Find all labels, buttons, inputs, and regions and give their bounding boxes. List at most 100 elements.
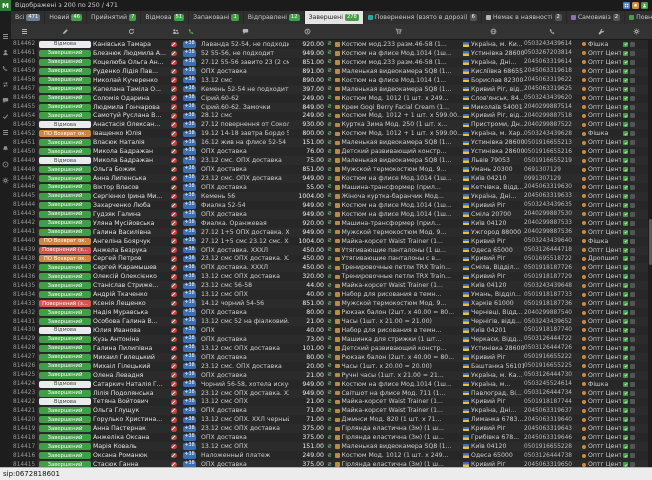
table-row[interactable]: 814430ВідмоваЮлия Иванова+38ОПХ40.00₴Наб… [11,326,652,335]
table-row[interactable]: 814440ПО Возврат ок.Ангеліна Боярчук+382… [11,237,652,246]
row-more-icon[interactable] [630,382,635,387]
tab-Немає в наявності[interactable]: Немає в наявності2 [482,11,567,24]
phone-prefix-badge[interactable]: +38 [183,452,196,459]
column-header-reg[interactable] [462,24,524,39]
check-icon[interactable] [2,113,9,120]
app-logo[interactable]: M [0,0,11,11]
table-row[interactable]: 814433Повернений (з...Ксенія Лещенко+381… [11,299,652,308]
row-more-icon[interactable] [630,426,635,431]
row-check-icon[interactable] [623,265,628,270]
phone-icon[interactable] [2,65,9,72]
phone-prefix-badge[interactable]: +38 [183,283,196,290]
column-header-tag[interactable] [581,24,621,39]
phone-prefix-badge[interactable]: +38 [183,104,196,111]
phone-prefix-badge[interactable]: +38 [183,41,196,48]
phone-prefix-badge[interactable]: +38 [183,113,196,120]
row-check-icon[interactable] [623,319,628,324]
gear-icon[interactable] [2,177,9,184]
phone-prefix-badge[interactable]: +38 [183,426,196,433]
swap-icon[interactable] [2,81,9,88]
phone-prefix-badge[interactable]: +38 [183,211,196,218]
row-more-icon[interactable] [630,105,635,110]
row-check-icon[interactable] [623,239,628,244]
row-more-icon[interactable] [630,256,635,261]
row-more-icon[interactable] [630,417,635,422]
row-check-icon[interactable] [623,256,628,261]
row-check-icon[interactable] [623,51,628,56]
user-icon[interactable] [2,49,9,56]
phone-prefix-badge[interactable]: +38 [183,274,196,281]
row-more-icon[interactable] [630,239,635,244]
row-more-icon[interactable] [630,391,635,396]
menu-icon[interactable] [2,33,9,40]
table-row[interactable]: 814416ЗавершенийОксана Романюк+38Наложен… [11,451,652,460]
table-row[interactable]: 814431ЗавершенийОсобова Галина В...+3813… [11,317,652,326]
table-row[interactable]: 814425ЗавершенийОлена Левадня+38ОПХ дост… [11,371,652,380]
phone-prefix-badge[interactable]: +38 [183,229,196,236]
phone-prefix-badge[interactable]: +38 [183,175,196,182]
row-check-icon[interactable] [623,382,628,387]
table-row[interactable]: 814435ЗавершенийСтаніслав Стриже...+3823… [11,281,652,290]
column-header-id[interactable] [11,24,37,39]
table-row[interactable]: 814420ЗавершенийГорулько Христина...+381… [11,415,652,424]
scrollbar[interactable] [648,39,652,468]
table-row[interactable]: 814422ВідмоваТетяна Войтович+3813.12 смс… [11,398,652,407]
phone-prefix-badge[interactable]: +38 [183,345,196,352]
table-row[interactable]: 814457ЗавершенийКапелана Таміла О...+38К… [11,85,652,94]
row-more-icon[interactable] [630,122,635,127]
phone-prefix-badge[interactable]: +38 [183,140,196,147]
phone-prefix-badge[interactable]: +38 [183,434,196,441]
row-more-icon[interactable] [630,158,635,163]
row-more-icon[interactable] [630,274,635,279]
row-check-icon[interactable] [623,194,628,199]
row-more-icon[interactable] [630,176,635,181]
column-header-cur[interactable] [325,24,334,39]
row-check-icon[interactable] [623,373,628,378]
tab-Відправлені[interactable]: Відправлені12 [244,11,305,24]
row-more-icon[interactable] [630,131,635,136]
row-more-icon[interactable] [630,444,635,449]
column-header-comment[interactable] [201,24,289,39]
row-more-icon[interactable] [630,453,635,458]
row-check-icon[interactable] [623,105,628,110]
table-row[interactable]: 814419ЗавершенийАнна Пастернак+3823.12 с… [11,424,652,433]
row-more-icon[interactable] [630,78,635,83]
phone-prefix-badge[interactable]: +38 [183,399,196,406]
row-more-icon[interactable] [630,292,635,297]
grid-icon[interactable] [623,2,630,9]
row-more-icon[interactable] [630,185,635,190]
phone-prefix-badge[interactable]: +38 [183,381,196,388]
phone-prefix-badge[interactable]: +38 [183,131,196,138]
phone-prefix-badge[interactable]: +38 [183,184,196,191]
row-more-icon[interactable] [630,435,635,440]
table-row[interactable]: 814446ЗавершенийВіктор Власов+38ОПХ дост… [11,183,652,192]
table-row[interactable]: 814423ЗавершенийЛілія Подолянська+3823.1… [11,389,652,398]
table-row[interactable]: 814439Повернений (з...Анжела Безрука+38О… [11,246,652,255]
table-row[interactable]: 814458ЗавершенийНиколай Кучеренко+3813.1… [11,76,652,85]
phone-prefix-badge[interactable]: +38 [183,247,196,254]
table-row[interactable]: 814445ЗавершенийСергіенко Ірина Ми...+38… [11,192,652,201]
phone-prefix-badge[interactable]: +38 [183,309,196,316]
tab-Завершені[interactable]: Завершені278 [305,11,364,24]
phone-prefix-badge[interactable]: +38 [183,166,196,173]
row-check-icon[interactable] [623,283,628,288]
phone-prefix-badge[interactable]: +38 [183,372,196,379]
column-header-status[interactable] [37,24,93,39]
row-more-icon[interactable] [630,212,635,217]
row-more-icon[interactable] [630,51,635,56]
column-header-name[interactable] [93,24,169,39]
tab-Прийнятий[interactable]: Прийнятий7 [87,11,141,24]
row-check-icon[interactable] [623,230,628,235]
table-row[interactable]: 814448ЗавершенийОльга Божик+38ОПХ достав… [11,165,652,174]
row-check-icon[interactable] [623,364,628,369]
tab-Самовивіз[interactable]: Самовивіз2 [567,11,625,24]
phone-prefix-badge[interactable]: +38 [183,202,196,209]
row-check-icon[interactable] [623,355,628,360]
table-row[interactable]: 814436ЗавершенийОлексій Олексієнко+3813.… [11,272,652,281]
user-icon[interactable] [641,2,648,9]
phone-prefix-badge[interactable]: +38 [183,68,196,75]
row-check-icon[interactable] [623,399,628,404]
table-row[interactable]: 814424ВідмоваСатаркич Наталія Г...+38Чор… [11,380,652,389]
phone-prefix-badge[interactable]: +38 [183,148,196,155]
row-more-icon[interactable] [630,248,635,253]
